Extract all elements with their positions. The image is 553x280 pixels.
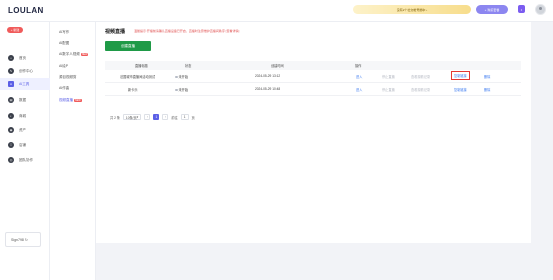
home-icon: ⌂	[8, 55, 14, 61]
subnav-item-live-video[interactable]: 视频直播 NEW	[59, 98, 82, 103]
data-icon: ▤	[8, 97, 14, 103]
sidebar-item-shop[interactable]: ◐ 商城	[0, 110, 50, 122]
column-header-created: 创建时间	[271, 64, 284, 68]
goto-page-input[interactable]: 1	[180, 114, 189, 120]
subnav-item-ai-image[interactable]: AI配图	[59, 41, 69, 46]
column-header-title: 直播标题	[135, 64, 148, 68]
next-page-button[interactable]: ›	[162, 114, 169, 120]
stop-live-link[interactable]: 停止直播	[382, 74, 395, 79]
goto-label: 前往	[171, 115, 178, 120]
live-title: 法国城市直播间活动测试	[120, 75, 156, 79]
subnav-item-label: AI绘P	[59, 64, 69, 68]
avatar[interactable]	[535, 4, 546, 15]
buy-plan-button[interactable]: + 购买套餐	[476, 5, 508, 14]
subnav-item-ai-writing[interactable]: AI写作	[59, 30, 69, 35]
store-icon: ⛉	[8, 142, 14, 148]
table-header: 直播标题 状态 创建时间 操作	[105, 61, 521, 70]
live-status: 未开始	[175, 74, 188, 79]
copy-link-button[interactable]: 复制链接	[451, 71, 470, 80]
subnav-item-label: AI作曲	[59, 86, 70, 90]
page-suffix: 页	[191, 115, 195, 120]
main-content: 视频直播 温馨提示:开播前请确认直播设备已开启，直播时注意维护直播间秩序 [查看…	[96, 22, 531, 243]
subnav-item-video-cut[interactable]: 源目视频剪	[59, 75, 77, 80]
ai-tools-icon: A	[8, 81, 14, 87]
subnav-item-label: 视频直播	[59, 98, 73, 102]
ai-tools-subnav: AI写作 AI配图 AI数字人视频 NEW AI绘P 源目视频剪 AI作曲 视频…	[50, 22, 96, 280]
total-count: 共 2 条	[110, 115, 120, 120]
sidebar-item-label: 首页	[19, 55, 26, 60]
sidebar-item-team[interactable]: ◎ 团队协作	[0, 154, 50, 166]
logo[interactable]: LOULAN	[8, 6, 44, 15]
page-size-value: 10条/页	[125, 115, 137, 120]
sidebar-item-label: 店铺	[19, 142, 26, 147]
delete-link[interactable]: 删除	[484, 87, 490, 92]
subnav-item-label: AI配图	[59, 41, 70, 45]
table-row: 新卡乐 未开始 2024-05-29 10:48 进入 停止直播 查看观看记录 …	[105, 83, 521, 96]
top-bar: LOULAN 没有2个社交帐号绑中 › + 购买套餐 •	[0, 0, 553, 22]
stop-live-link[interactable]: 停止直播	[382, 87, 395, 92]
sidebar-item-store[interactable]: ⛉ 店铺	[0, 139, 50, 151]
column-header-actions: 操作	[355, 64, 362, 68]
sidebar-item-label: 资产	[19, 127, 26, 132]
create-live-button[interactable]: 创建直播	[105, 41, 151, 51]
status-dot-icon	[175, 88, 178, 92]
page-title: 视频直播	[105, 29, 126, 35]
sidebar-item-ai-tools[interactable]: A AI工具	[0, 78, 50, 90]
subnav-item-label: AI写作	[59, 30, 70, 34]
sidebar-item-label: 商城	[19, 113, 26, 118]
team-icon: ◎	[8, 157, 14, 163]
shop-icon: ◐	[8, 113, 14, 119]
assets-icon: ◉	[8, 127, 14, 133]
page-1-button[interactable]: 1	[153, 114, 160, 120]
sidebar-item-home[interactable]: ⌂ 首页	[0, 52, 50, 64]
binding-notice-pill[interactable]: 没有2个社交帐号绑中 ›	[353, 5, 471, 14]
subnav-item-ai-digital-human[interactable]: AI数字人视频 NEW	[59, 52, 89, 57]
subnav-item-label: AI数字人视频	[59, 52, 80, 56]
new-button[interactable]: + 新建	[7, 27, 23, 33]
new-badge: NEW	[80, 53, 89, 56]
enter-link[interactable]: 进入	[356, 74, 362, 79]
buy-plan-label: 购买套餐	[487, 7, 500, 12]
status-label: 未开始	[178, 75, 189, 79]
prev-page-button[interactable]: ‹	[144, 114, 151, 120]
plus-icon: +	[484, 7, 487, 12]
subnav-item-label: 源目视频剪	[59, 75, 77, 79]
chevron-down-icon: ▾	[136, 115, 139, 119]
subnav-item-ai-music[interactable]: AI作曲	[59, 86, 69, 91]
sidebar-item-data[interactable]: ▤ 数据	[0, 94, 50, 106]
account-switcher[interactable]: Sign798 ↻	[5, 232, 41, 247]
pagination: 共 2 条 10条/页 ▾ ‹ 1 › 前往 1 页	[110, 114, 195, 120]
view-records-link[interactable]: 查看观看记录	[411, 74, 430, 79]
column-header-status: 状态	[185, 64, 192, 68]
live-title: 新卡乐	[128, 88, 138, 92]
sidebar-item-label: 团队协作	[19, 157, 33, 162]
page-size-select[interactable]: 10条/页 ▾	[122, 114, 142, 120]
live-status: 未开始	[175, 87, 188, 92]
subnav-item-ai-edit[interactable]: AI绘P	[59, 64, 68, 69]
created-time: 2024-05-29 13:12	[255, 74, 281, 78]
page-tip: 温馨提示:开播前请确认直播设备已开启，直播时注意维护直播间秩序 [查看详情]	[134, 29, 240, 33]
sidebar-item-create[interactable]: ✎ 创作中心	[0, 65, 50, 77]
sidebar-item-label: AI工具	[19, 81, 30, 86]
view-records-link[interactable]: 查看观看记录	[411, 87, 430, 92]
delete-link[interactable]: 删除	[484, 74, 490, 79]
sidebar-item-label: 数据	[19, 97, 26, 102]
notification-bell-icon[interactable]: •	[518, 5, 525, 13]
created-time: 2024-05-29 10:48	[255, 87, 281, 91]
sidebar-item-label: 创作中心	[19, 68, 33, 73]
create-icon: ✎	[8, 68, 14, 74]
copy-link-button[interactable]: 复制链接	[454, 87, 467, 92]
table-row: 法国城市直播间活动测试 未开始 2024-05-29 13:12 进入 停止直播…	[105, 70, 521, 83]
sidebar-item-assets[interactable]: ◉ 资产	[0, 124, 50, 136]
new-badge: NEW	[74, 99, 82, 102]
enter-link[interactable]: 进入	[356, 87, 362, 92]
status-dot-icon	[175, 75, 178, 79]
sidebar: + 新建 ⌂ 首页 ✎ 创作中心 A AI工具 ▤ 数据 ◐ 商城 ◉ 资产 ⛉…	[0, 22, 50, 280]
status-label: 未开始	[178, 88, 189, 92]
